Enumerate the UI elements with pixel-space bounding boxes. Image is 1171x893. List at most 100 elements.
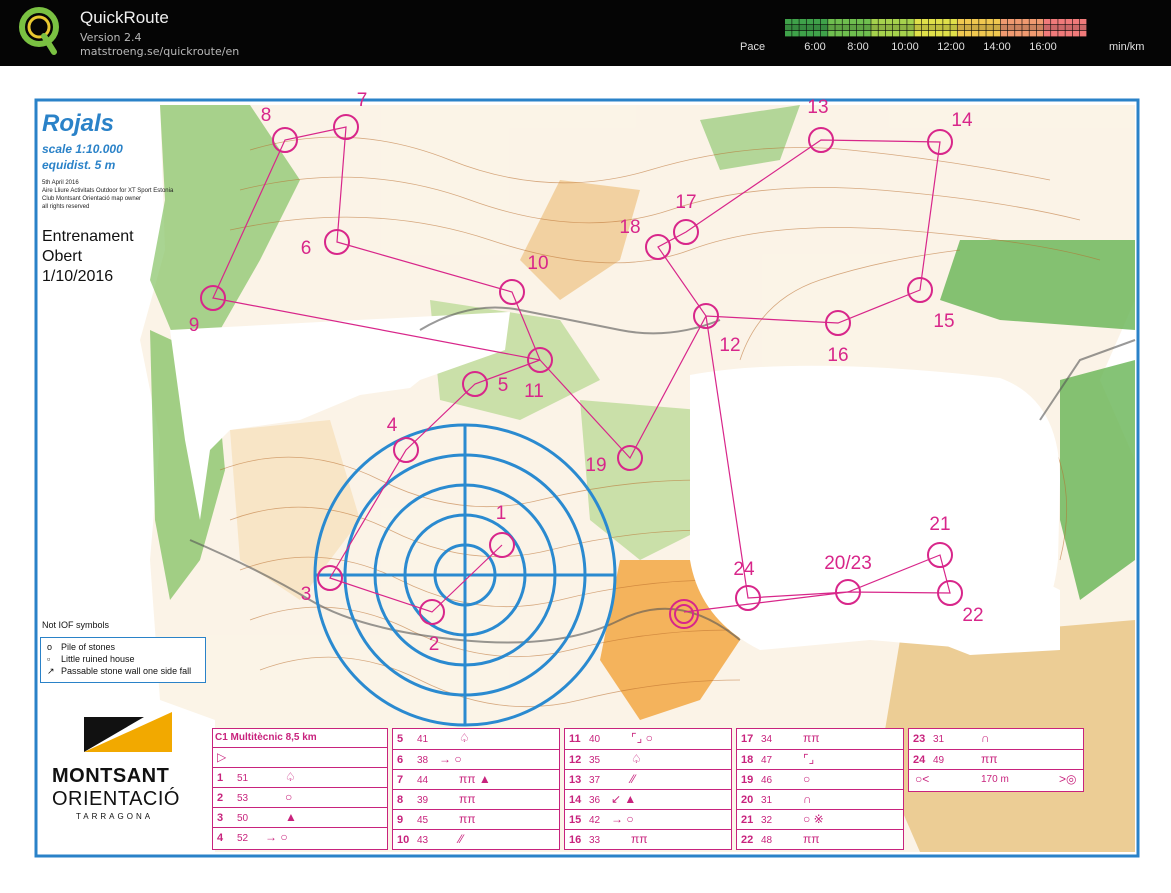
pace-label: Pace: [740, 41, 766, 53]
desc-row: 5 41 ♤: [397, 731, 470, 745]
pace-scale-cell: [1029, 25, 1037, 31]
pace-scale-cell: [971, 25, 979, 31]
pace-scale-cell: [907, 25, 914, 31]
pace-scale-cell: [1058, 19, 1065, 25]
pace-scale-cell: [993, 31, 1001, 37]
pace-scale-cell: [1065, 19, 1073, 25]
pace-scale-cell: [828, 31, 835, 37]
pace-scale-cell: [1000, 31, 1008, 37]
pace-scale-cell: [993, 19, 1001, 25]
desc-row: 24 49 ππ: [909, 749, 1083, 770]
pace-scale-cell: [986, 25, 993, 31]
desc-row: 17 34 ππ: [741, 731, 820, 745]
pace-scale-cell: [892, 19, 900, 25]
pace-scale-cell: [856, 19, 864, 25]
map-scale: scale 1:10.000: [42, 142, 123, 156]
pace-scale-cell: [928, 25, 936, 31]
control-number: 19: [585, 455, 607, 476]
pace-scale-cell: [1007, 19, 1015, 25]
pace-scale-cell: [1072, 31, 1080, 37]
description-sheet-1: C1 Multitècnic 8,5 km ▷ 1 51 ♤ 2 53 ○ 3 50 ▲ 4…: [212, 728, 388, 850]
pace-scale-cell: [1051, 19, 1058, 25]
control-number: 17: [675, 192, 697, 213]
pace-scale-cell: [900, 25, 907, 31]
pace-tick-label: 10:00: [891, 41, 919, 53]
pace-tick-label: 14:00: [983, 41, 1011, 53]
pace-scale-cell: [1007, 25, 1015, 31]
control-number: 3: [300, 584, 312, 605]
control-number: 9: [188, 315, 200, 336]
control-number: 21: [929, 514, 951, 535]
pace-scale-cell: [785, 19, 792, 25]
pace-scale-cell: [1036, 31, 1044, 37]
pace-scale-cell: [792, 19, 799, 25]
pace-scale-cell: [957, 31, 965, 37]
pace-scale-cell: [1043, 25, 1051, 31]
legend-title: Not IOF symbols: [42, 620, 110, 630]
desc-row: 20 31 ∩: [737, 789, 903, 810]
quickroute-logo: [19, 7, 59, 55]
pace-scale-cell: [813, 31, 821, 37]
pace-scale-cell: [964, 25, 972, 31]
pace-scale-cell: [849, 31, 857, 37]
pace-scale-cell: [900, 31, 907, 37]
pace-scale-cell: [1058, 31, 1065, 37]
pace-scale-cell: [1015, 19, 1022, 25]
start-triangle-icon: ▷: [217, 750, 227, 764]
pace-scale-cell: [900, 19, 907, 25]
pace-scale-cell: [806, 25, 814, 31]
pace-tick-label: 12:00: [937, 41, 965, 53]
desc-row: 4 52 → ○: [213, 827, 387, 848]
control-number: 20/23: [824, 553, 872, 574]
control-number: 18: [619, 217, 641, 238]
desc-row: 23 31 ∩: [913, 731, 990, 745]
pace-tick-label: 6:00: [804, 41, 826, 53]
pace-scale-cell: [820, 25, 828, 31]
desc-row: 8 39 ππ: [393, 789, 559, 810]
pace-scale-cell: [971, 19, 979, 25]
desc-row: 10 43 ⁄⁄: [393, 829, 559, 850]
finish-row: ○< 170 m >◎: [909, 769, 1083, 790]
control-number: 12: [719, 335, 741, 356]
finish-marker-icon: >◎: [1059, 772, 1077, 786]
pace-scale-cell: [921, 25, 929, 31]
pace-scale-cell: [792, 25, 799, 31]
control-number: 4: [386, 415, 398, 436]
pace-scale-cell: [936, 19, 943, 25]
club-city: TARRAGONA: [76, 812, 154, 821]
pace-scale-cell: [936, 25, 943, 31]
map-credit-maker: Aire Lliure Activitats Outdoor for XT Sp…: [42, 188, 174, 194]
pace-scale-cell: [871, 31, 878, 37]
pace-scale-cell: [806, 19, 814, 25]
pace-scale-cell: [842, 31, 850, 37]
pace-ticks: 6:00 8:00 10:00 12:00 14:00 16:00: [785, 41, 1087, 55]
desc-row: 3 50 ▲: [213, 807, 387, 828]
pace-scale-cell: [1029, 31, 1037, 37]
legend-item-pile: Pile of stones: [61, 642, 116, 652]
map-credit-date: 5th April 2016: [42, 180, 79, 186]
pace-scale-cell: [885, 31, 893, 37]
pace-scale-cell: [979, 25, 986, 31]
pace-scale-cell: [785, 31, 792, 37]
pace-scale-cell: [1043, 19, 1051, 25]
pace-scale-cell: [864, 31, 871, 37]
control-number: 10: [527, 253, 549, 274]
pace-scale-cell: [892, 31, 900, 37]
pace-scale-cell: [1058, 25, 1065, 31]
desc-row: 13 37 ⁄⁄: [565, 769, 731, 790]
pace-color-scale: [785, 19, 1087, 37]
pace-scale-cell: [871, 25, 878, 31]
control-number: 7: [356, 90, 368, 111]
control-number: 8: [260, 105, 272, 126]
app-url[interactable]: matstroeng.se/quickroute/en: [80, 45, 239, 58]
finish-distance: 170 m: [981, 774, 1009, 785]
pace-scale-cell: [871, 19, 878, 25]
pace-scale-cell: [1007, 31, 1015, 37]
pace-scale-cell: [986, 19, 993, 25]
desc-row: 6 38 → ○: [393, 749, 559, 770]
pace-scale-cell: [1079, 19, 1087, 25]
stone-wall-icon: ↗: [47, 666, 55, 676]
pace-tick-label: 16:00: [1029, 41, 1057, 53]
pace-scale-cell: [892, 25, 900, 31]
pace-scale-cell: [864, 19, 871, 25]
